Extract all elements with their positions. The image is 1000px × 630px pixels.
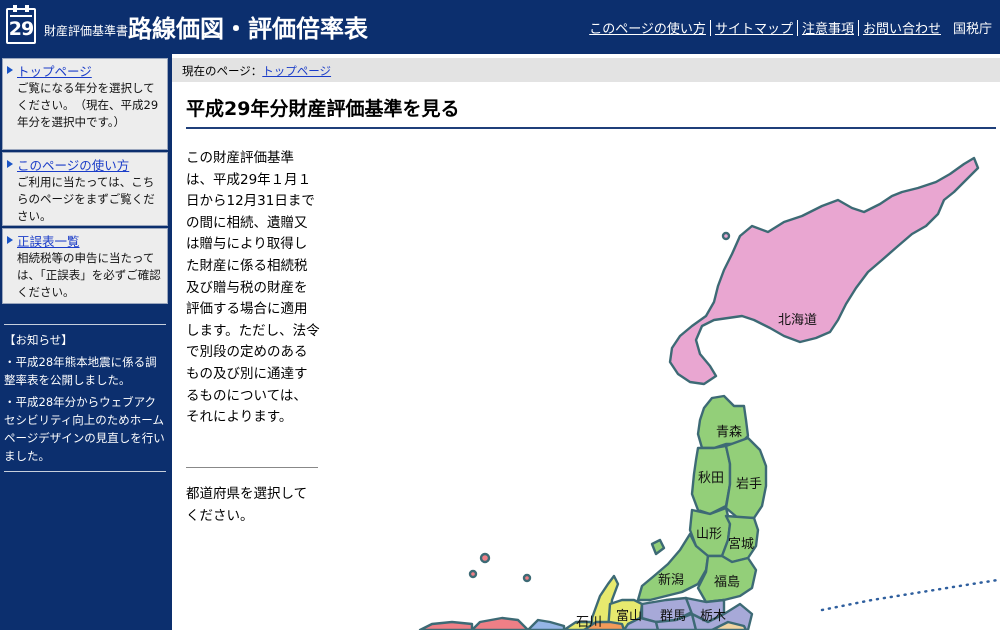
breadcrumb: 現在のページ：トップページ [172, 58, 1000, 82]
divider [4, 471, 166, 472]
island-rishiri [721, 231, 731, 241]
label-ishikawa: 石川 [576, 615, 602, 630]
agency-name: 国税庁 [952, 22, 992, 37]
calendar-ring [13, 5, 17, 12]
sidebar-text: ご利用に当たっては、こちらのページをまずご覧ください。 [17, 175, 155, 223]
notice-section: 【お知らせ】 ・平成28年熊本地震に係る調整率表を公開しました。 ・平成28年分… [2, 324, 168, 472]
sidebar-box-howto: このページの使い方 ご利用に当たっては、こちらのページをまずご覧ください。 [2, 152, 168, 226]
site-header: 29 財産評価基準書 路線価図・評価倍率表 このページの使い方 サイトマップ 注… [0, 0, 1000, 54]
calendar-line [10, 15, 32, 17]
label-miyagi: 宮城 [728, 536, 754, 552]
sidebar-text: 相続税等の申告に当たっては、「正誤表」を必ずご確認ください。 [17, 251, 161, 299]
page-title: 平成29年分財産評価基準を見る [186, 94, 996, 129]
notice-title: 【お知らせ】 [4, 333, 73, 347]
japan-map: 北海道 青森 秋田 岩手 山形 宮城 新潟 福島 富山 石川 群馬 栃木 [418, 156, 998, 630]
dotted-region-line [820, 578, 998, 612]
island [522, 573, 532, 583]
label-fukushima: 福島 [714, 575, 740, 590]
notice-item: ・平成28年分からウェブアクセシビリティ向上のためホームページデザインの見直しを… [4, 395, 165, 463]
calendar-ring [25, 5, 29, 12]
sidebar-link-howto[interactable]: このページの使い方 [17, 157, 161, 174]
sidebar-link-top[interactable]: トップページ [17, 63, 161, 80]
nav-how-to-use[interactable]: このページの使い方 [585, 18, 710, 37]
label-tochigi: 栃木 [700, 609, 726, 624]
arrow-right-icon [7, 236, 13, 244]
main-content: 現在のページ：トップページ 平成29年分財産評価基準を見る この財産評価基準は、… [172, 54, 1000, 630]
site-subtitle: 財産評価基準書 [44, 24, 129, 38]
header-nav: このページの使い方 サイトマップ 注意事項 お問い合わせ 国税庁 [585, 18, 992, 37]
label-iwate: 岩手 [736, 477, 762, 492]
calendar-logo-icon[interactable]: 29 [6, 5, 36, 44]
pref-hokkaido[interactable] [668, 156, 980, 386]
label-akita: 秋田 [698, 471, 724, 486]
divider [4, 324, 166, 325]
island-oki-2 [468, 569, 478, 579]
select-prompt: 都道府県を選択してください。 [186, 486, 308, 524]
sidebar-box-top: トップページ ご覧になる年分を選択してください。 （現在、平成29年分を選択中で… [2, 58, 168, 150]
label-toyama: 富山 [616, 608, 642, 624]
breadcrumb-prefix: 現在のページ： [182, 64, 263, 78]
label-hokkaido: 北海道 [778, 313, 817, 328]
divider [186, 467, 318, 468]
label-niigata: 新潟 [658, 572, 684, 588]
pref-shimane[interactable] [418, 620, 474, 630]
logo-year-number: 29 [8, 18, 34, 40]
pref-tottori[interactable] [470, 616, 530, 630]
label-yamagata: 山形 [696, 527, 722, 542]
nav-notes[interactable]: 注意事項 [798, 18, 858, 37]
nav-contact[interactable]: お問い合わせ [859, 18, 945, 37]
notice-item: ・平成28年熊本地震に係る調整率表を公開しました。 [4, 355, 157, 387]
sidebar: トップページ ご覧になる年分を選択してください。 （現在、平成29年分を選択中で… [0, 54, 172, 630]
nav-sitemap[interactable]: サイトマップ [711, 18, 797, 37]
pref-kyoto[interactable] [526, 618, 566, 630]
sidebar-link-errata[interactable]: 正誤表一覧 [17, 233, 161, 250]
island-oki [479, 552, 491, 564]
label-aomori: 青森 [716, 425, 742, 440]
sidebar-text: ご覧になる年分を選択してください。 （現在、平成29年分を選択中です。） [17, 81, 159, 129]
sidebar-box-errata: 正誤表一覧 相続税等の申告に当たっては、「正誤表」を必ずご確認ください。 [2, 228, 168, 304]
arrow-right-icon [7, 160, 13, 168]
arrow-right-icon [7, 66, 13, 74]
label-gunma: 群馬 [660, 609, 686, 624]
intro-text: この財産評価基準は、平成29年１月１日から12月31日までの間に相続、遺贈又は贈… [186, 150, 320, 426]
site-title[interactable]: 路線価図・評価倍率表 [128, 9, 368, 44]
pref-niigata-sado[interactable] [650, 538, 666, 556]
breadcrumb-link-top[interactable]: トップページ [262, 64, 331, 78]
